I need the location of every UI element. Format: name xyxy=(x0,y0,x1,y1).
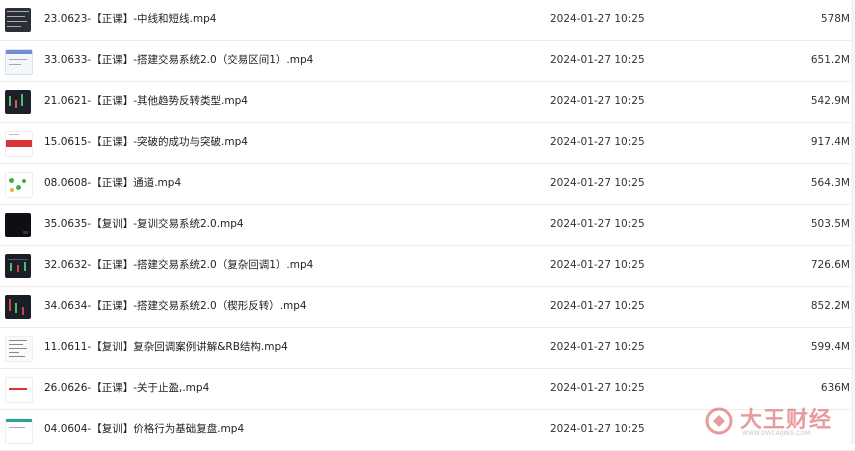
video-thumbnail xyxy=(5,213,31,237)
video-thumbnail xyxy=(5,254,31,278)
file-row[interactable]: 32.0632-【正课】-搭建交易系统2.0（复杂回调1）.mp4 2024-0… xyxy=(0,246,855,287)
file-name[interactable]: 04.0604-【复训】价格行为基础复盘.mp4 xyxy=(44,422,244,436)
video-thumbnail xyxy=(5,49,33,75)
file-modified: 2024-01-27 10:25 xyxy=(550,136,645,148)
video-thumbnail xyxy=(5,295,31,319)
watermark-logo: 大王财经 WWW.DWCAIJING.COM xyxy=(700,402,850,442)
file-name[interactable]: 21.0621-【正课】-其他趋势反转类型.mp4 xyxy=(44,94,248,108)
file-row[interactable]: 35.0635-【复训】-复训交易系统2.0.mp4 2024-01-27 10… xyxy=(0,205,855,246)
scrollbar[interactable] xyxy=(851,0,855,444)
file-modified: 2024-01-27 10:25 xyxy=(550,423,645,435)
video-thumbnail xyxy=(5,131,33,157)
file-row[interactable]: 33.0633-【正课】-搭建交易系统2.0（交易区间1）.mp4 2024-0… xyxy=(0,41,855,82)
file-name[interactable]: 23.0623-【正课】-中线和短线.mp4 xyxy=(44,12,216,26)
file-size: 578M xyxy=(820,13,850,25)
file-name[interactable]: 08.0608-【正课】通道.mp4 xyxy=(44,176,181,190)
file-modified: 2024-01-27 10:25 xyxy=(550,300,645,312)
file-modified: 2024-01-27 10:25 xyxy=(550,13,645,25)
file-size: 636M xyxy=(820,382,850,394)
video-thumbnail xyxy=(5,336,33,362)
file-row[interactable]: 15.0615-【正课】-突破的成功与突破.mp4 2024-01-27 10:… xyxy=(0,123,855,164)
file-size: 917.4M xyxy=(810,136,850,148)
file-name[interactable]: 26.0626-【正课】-关于止盈,.mp4 xyxy=(44,381,209,395)
file-modified: 2024-01-27 10:25 xyxy=(550,95,645,107)
video-thumbnail xyxy=(5,90,31,114)
file-modified: 2024-01-27 10:25 xyxy=(550,218,645,230)
file-row[interactable]: 34.0634-【正课】-搭建交易系统2.0（楔形反转）.mp4 2024-01… xyxy=(0,287,855,328)
file-name[interactable]: 35.0635-【复训】-复训交易系统2.0.mp4 xyxy=(44,217,244,231)
file-modified: 2024-01-27 10:25 xyxy=(550,382,645,394)
file-row[interactable]: 08.0608-【正课】通道.mp4 2024-01-27 10:25 564.… xyxy=(0,164,855,205)
file-size: 542.9M xyxy=(810,95,850,107)
file-name[interactable]: 34.0634-【正课】-搭建交易系统2.0（楔形反转）.mp4 xyxy=(44,299,307,313)
file-modified: 2024-01-27 10:25 xyxy=(550,259,645,271)
file-size: 651.2M xyxy=(810,54,850,66)
video-thumbnail xyxy=(5,8,31,32)
file-size: 564.3M xyxy=(810,177,850,189)
file-row[interactable]: 11.0611-【复训】复杂回调案例讲解&RB结构.mp4 2024-01-27… xyxy=(0,328,855,369)
file-name[interactable]: 33.0633-【正课】-搭建交易系统2.0（交易区间1）.mp4 xyxy=(44,53,313,67)
file-name[interactable]: 15.0615-【正课】-突破的成功与突破.mp4 xyxy=(44,135,248,149)
video-thumbnail xyxy=(5,418,33,444)
file-name[interactable]: 11.0611-【复训】复杂回调案例讲解&RB结构.mp4 xyxy=(44,340,288,354)
file-modified: 2024-01-27 10:25 xyxy=(550,177,645,189)
file-modified: 2024-01-27 10:25 xyxy=(550,341,645,353)
file-name[interactable]: 32.0632-【正课】-搭建交易系统2.0（复杂回调1）.mp4 xyxy=(44,258,313,272)
file-size: 503.5M xyxy=(810,218,850,230)
video-thumbnail xyxy=(5,377,33,403)
file-row[interactable]: 21.0621-【正课】-其他趋势反转类型.mp4 2024-01-27 10:… xyxy=(0,82,855,123)
watermark-subtext: WWW.DWCAIJING.COM xyxy=(742,430,811,437)
video-thumbnail xyxy=(5,172,33,198)
watermark-icon xyxy=(705,407,733,435)
file-modified: 2024-01-27 10:25 xyxy=(550,54,645,66)
file-size: 852.2M xyxy=(810,300,850,312)
file-size: 599.4M xyxy=(810,341,850,353)
file-size: 726.6M xyxy=(810,259,850,271)
file-row[interactable]: 23.0623-【正课】-中线和短线.mp4 2024-01-27 10:25 … xyxy=(0,0,855,41)
